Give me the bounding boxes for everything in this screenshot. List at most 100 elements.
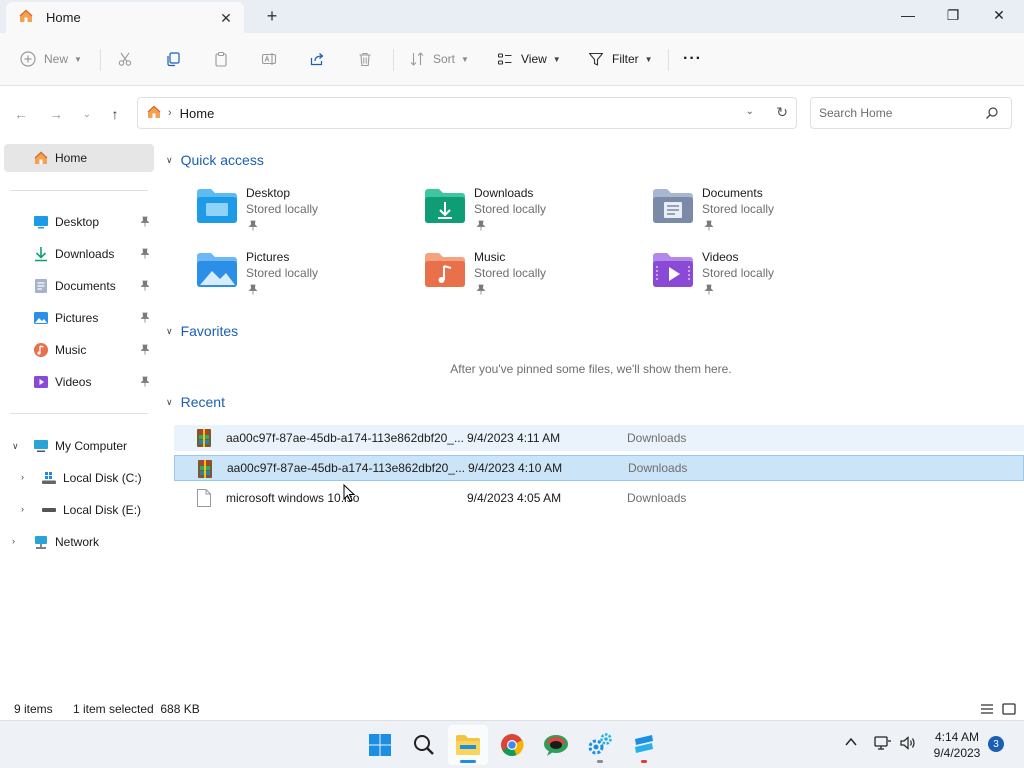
sidebar-item-downloads[interactable]: Downloads: [4, 240, 154, 268]
quick-access-name: Videos: [702, 250, 739, 264]
pin-icon: [140, 344, 150, 358]
share-button[interactable]: [309, 47, 325, 71]
sort-label: Sort: [433, 52, 456, 66]
sidebar-item-videos[interactable]: Videos: [4, 368, 154, 396]
chevron-right-icon[interactable]: ›: [21, 472, 24, 482]
taskbar-chrome[interactable]: [492, 725, 532, 765]
section-title: Recent: [180, 394, 225, 410]
start-button[interactable]: [360, 725, 400, 765]
search-icon[interactable]: [985, 106, 999, 123]
filter-icon: [588, 52, 604, 66]
chevron-down-icon[interactable]: ∨: [166, 397, 173, 408]
quick-access-name: Pictures: [246, 250, 290, 264]
search-box[interactable]: [810, 97, 1012, 129]
back-button[interactable]: ←: [10, 104, 32, 124]
up-button[interactable]: ↑: [104, 104, 126, 124]
volume-icon[interactable]: [899, 735, 917, 751]
cut-button[interactable]: [117, 47, 133, 71]
navigation-pane: Home Desktop Downloads Documents Picture…: [0, 142, 156, 692]
view-button[interactable]: View ▼: [497, 47, 561, 71]
new-tab-button[interactable]: +: [262, 6, 282, 26]
sidebar-item-music[interactable]: Music: [4, 336, 154, 364]
clock-time: 4:14 AM: [934, 730, 980, 744]
maximize-button[interactable]: ❐: [930, 0, 976, 30]
recent-row[interactable]: aa00c97f-87ae-45db-a174-113e862dbf20_...…: [174, 425, 1024, 451]
new-button[interactable]: New ▼: [20, 47, 82, 71]
quick-access-videos[interactable]: Videos Stored locally: [652, 248, 872, 308]
sidebar-item-pictures[interactable]: Pictures: [4, 304, 154, 332]
pin-icon: [476, 220, 486, 234]
running-indicator: [641, 760, 647, 763]
sidebar-item-network[interactable]: › Network: [4, 528, 154, 556]
search-button[interactable]: [404, 725, 444, 765]
quick-access-status: Stored locally: [474, 266, 547, 280]
show-hidden-icons-button[interactable]: [844, 735, 858, 749]
chevron-down-icon: ▼: [644, 54, 653, 64]
divider: [393, 49, 394, 71]
recent-row[interactable]: microsoft windows 10.iso 9/4/2023 4:05 A…: [174, 485, 1024, 511]
sidebar-item-local-disk-c[interactable]: › Local Disk (C:): [4, 464, 154, 492]
chevron-right-icon[interactable]: ›: [21, 504, 24, 514]
pin-icon: [248, 284, 258, 298]
rename-button[interactable]: [261, 47, 277, 71]
divider: [10, 413, 148, 414]
pictures-folder-icon: [197, 253, 237, 287]
pin-icon: [140, 216, 150, 230]
clock[interactable]: 4:14 AM 9/4/2023: [924, 729, 990, 761]
quick-access-pictures[interactable]: Pictures Stored locally: [196, 248, 416, 308]
copy-button[interactable]: [165, 47, 181, 71]
sidebar-item-local-disk-e[interactable]: › Local Disk (E:): [4, 496, 154, 524]
recent-file-name: aa00c97f-87ae-45db-a174-113e862dbf20_...: [227, 461, 465, 475]
computer-icon: [33, 438, 49, 454]
chevron-down-icon[interactable]: ∨: [12, 441, 19, 452]
rename-icon: [261, 53, 277, 65]
pin-icon: [140, 280, 150, 294]
tiles-view-icon[interactable]: [1001, 701, 1017, 717]
sidebar-item-label: Documents: [55, 279, 116, 293]
network-status-icon[interactable]: [874, 735, 892, 751]
sidebar-item-documents[interactable]: Documents: [4, 272, 154, 300]
address-dropdown-icon[interactable]: ⌄: [746, 106, 754, 117]
recent-locations-button[interactable]: ⌄: [76, 104, 98, 124]
sort-button[interactable]: Sort ▼: [409, 47, 469, 71]
recent-row[interactable]: aa00c97f-87ae-45db-a174-113e862dbf20_...…: [174, 455, 1024, 481]
details-view-icon[interactable]: [979, 701, 995, 717]
section-favorites[interactable]: ∨ Favorites: [166, 323, 238, 339]
chevron-down-icon[interactable]: ∨: [166, 155, 173, 166]
sidebar-item-my-computer[interactable]: ∨ My Computer: [4, 432, 154, 460]
quick-access-documents[interactable]: Documents Stored locally: [652, 184, 872, 244]
quick-access-downloads[interactable]: Downloads Stored locally: [424, 184, 644, 244]
more-options-button[interactable]: ···: [683, 47, 702, 71]
tab-close-icon[interactable]: ✕: [216, 8, 236, 28]
refresh-icon[interactable]: ↻: [776, 104, 788, 121]
breadcrumb[interactable]: Home: [180, 106, 215, 121]
section-quick-access[interactable]: ∨ Quick access: [166, 152, 264, 168]
section-recent[interactable]: ∨ Recent: [166, 394, 225, 410]
recent-file-date: 9/4/2023 4:10 AM: [468, 461, 563, 475]
address-row: ← → ⌄ ↑ › Home ⌄ ↻: [0, 86, 1024, 142]
quick-access-desktop[interactable]: Desktop Stored locally: [196, 184, 416, 244]
sidebar-item-home[interactable]: Home: [4, 144, 154, 172]
taskbar-app-chat[interactable]: [536, 725, 576, 765]
search-input[interactable]: [819, 106, 979, 120]
filter-button[interactable]: Filter ▼: [588, 47, 653, 71]
mouse-cursor-icon: [343, 484, 355, 502]
quick-access-music[interactable]: Music Stored locally: [424, 248, 644, 308]
taskbar-file-explorer[interactable]: [448, 725, 488, 765]
tab-home[interactable]: Home ✕: [6, 2, 244, 33]
close-button[interactable]: ✕: [976, 0, 1022, 30]
paste-button[interactable]: [213, 47, 229, 71]
recent-file-date: 9/4/2023 4:05 AM: [467, 491, 562, 505]
chevron-down-icon[interactable]: ∨: [166, 326, 173, 337]
notification-badge[interactable]: 3: [988, 736, 1004, 752]
minimize-button[interactable]: —: [885, 0, 931, 30]
delete-button[interactable]: [357, 47, 373, 71]
chevron-right-icon[interactable]: ›: [12, 536, 15, 546]
address-bar[interactable]: › Home ⌄ ↻: [137, 97, 797, 129]
taskbar-settings-app[interactable]: [580, 725, 620, 765]
sidebar-item-label: Pictures: [55, 311, 99, 325]
taskbar-app-tool[interactable]: [624, 725, 664, 765]
forward-button[interactable]: →: [45, 104, 67, 124]
quick-access-status: Stored locally: [702, 202, 775, 216]
sidebar-item-desktop[interactable]: Desktop: [4, 208, 154, 236]
